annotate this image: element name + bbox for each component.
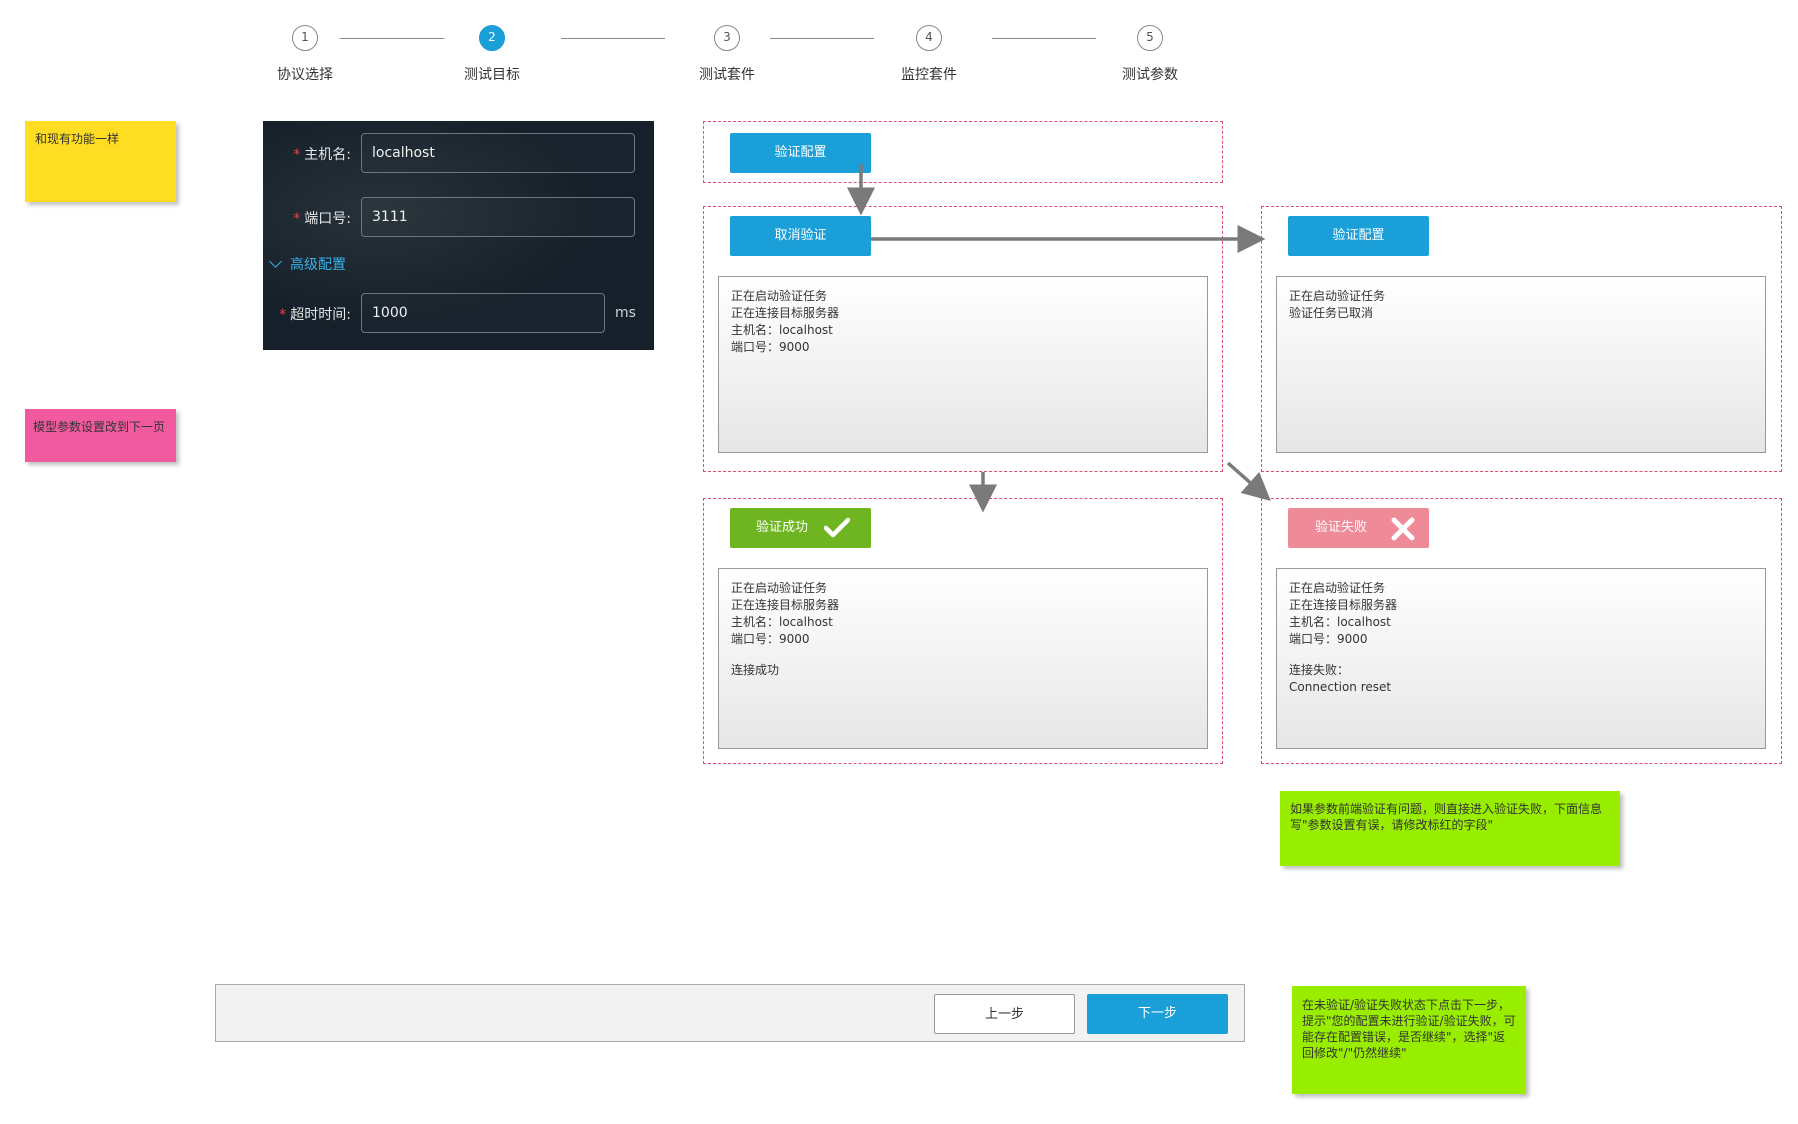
next-step-button[interactable]: 下一步 (1087, 994, 1228, 1034)
arrow-validating-to-fail (1226, 461, 1271, 501)
prev-step-button[interactable]: 上一步 (934, 994, 1075, 1034)
note-frontend-validation: 如果参数前端验证有问题，则直接进入验证失败，下面信息写"参数设置有误，请修改标红… (1280, 791, 1620, 866)
bottom-nav-bar: 上一步 下一步 (215, 984, 1245, 1042)
flow-arrows (847, 164, 1271, 513)
note-next-step-prompt: 在未验证/验证失败状态下点击下一步，提示"您的配置未进行验证/验证失败，可能存在… (1292, 986, 1526, 1094)
